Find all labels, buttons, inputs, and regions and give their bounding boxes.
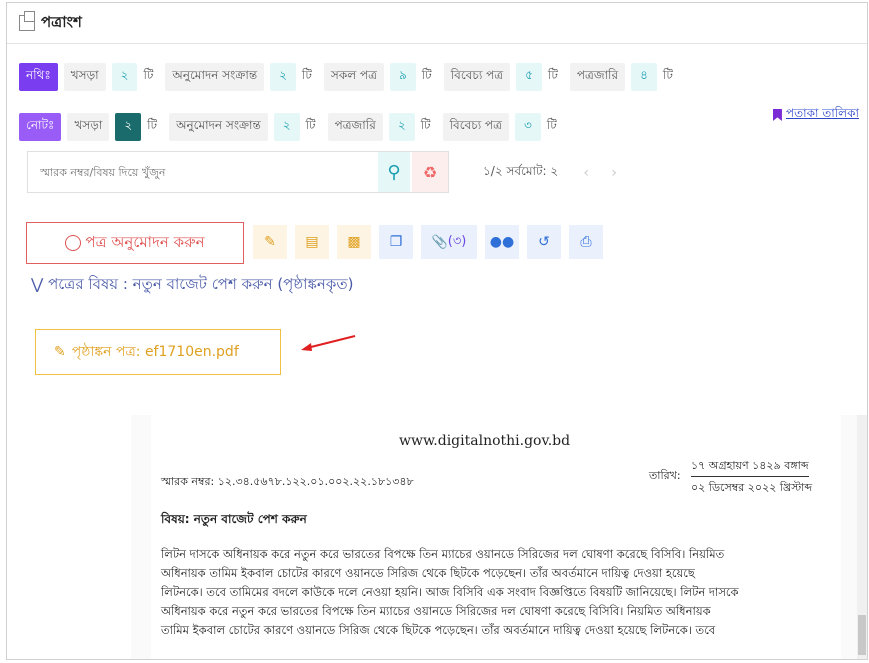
- letter-subject-text: পত্রের বিষয় : নতুন বাজেট পেশ করুন (পৃষ্…: [48, 275, 354, 293]
- attachment-label: পৃষ্ঠাঙ্কন পত্র: ef1710en.pdf: [71, 344, 239, 360]
- panel-title: পত্রাংশ: [41, 12, 82, 31]
- note-filter-row: নোটঃ খসড়া ২ টি অনুমোদন সংক্রান্ত ২ টি প…: [19, 113, 569, 141]
- letter-subject[interactable]: ⋁ পত্রের বিষয় : নতুন বাজেট পেশ করুন (পৃ…: [31, 273, 353, 298]
- action-toolbar: ✎ ▤ ▩ ❐ 📎 (৩) ●● ↺ ⎙: [253, 225, 611, 259]
- copy-icon: [19, 11, 35, 31]
- chevron-left-icon[interactable]: ‹: [572, 165, 600, 181]
- date-bangla: ১৭ অগ্রহায়ণ ১৪২৯ বঙ্গাব্দ: [691, 457, 809, 477]
- pagination-text: ১/২ সর্বমোট: ২: [483, 164, 559, 178]
- unit-label: টি: [305, 118, 316, 132]
- unit-label: টি: [547, 68, 558, 82]
- body-line: অধিনায়ক করে নতুন করে ভারতের বিপক্ষে তিন…: [161, 604, 711, 618]
- trash-icon[interactable]: ▩: [337, 225, 371, 259]
- document-site: www.digitalnothi.gov.bd: [399, 433, 571, 449]
- document-preview: www.digitalnothi.gov.bd স্মারক নম্বর: ১২…: [131, 415, 867, 659]
- document-subject: বিষয়: নতুন বাজেট পেশ করুন: [161, 512, 307, 526]
- copy-documents-icon[interactable]: ❐: [379, 225, 413, 259]
- date-label: তারিখ:: [649, 469, 681, 482]
- scrollbar[interactable]: [857, 415, 867, 659]
- scrollbar-thumb[interactable]: [858, 615, 866, 655]
- filter-draft[interactable]: খসড়া: [67, 113, 110, 141]
- paperclip-icon: 📎: [431, 234, 448, 250]
- attachment-count: (৩): [447, 233, 467, 249]
- memo-number: স্মারক নম্বর: ১২.৩৪.৫৬৭৮.১২২.০১.০০২.২২.১…: [161, 475, 414, 488]
- filter-approval[interactable]: অনুমোদন সংক্রান্ত: [169, 113, 268, 141]
- filter-count[interactable]: ২: [388, 113, 415, 141]
- unit-label: টি: [662, 68, 673, 82]
- document-page: www.digitalnothi.gov.bd স্মারক নম্বর: ১২…: [151, 415, 841, 659]
- users-icon[interactable]: ●●: [485, 225, 519, 259]
- bookmark-icon: [772, 109, 782, 121]
- unit-label: টি: [147, 118, 158, 132]
- body-line: লিটনকে। তবে তামিমের বদলে কাউকে দলে নেওয়…: [161, 585, 739, 599]
- edit-document-icon[interactable]: ✎: [253, 225, 287, 259]
- filter-count[interactable]: ৫: [516, 63, 542, 91]
- filter-all-letters[interactable]: সকল পত্র: [323, 63, 384, 91]
- filter-issued[interactable]: পত্রজারি: [569, 63, 626, 91]
- filter-count[interactable]: ৩: [514, 113, 541, 141]
- nothi-tag: নথিঃ: [19, 63, 58, 91]
- filter-count[interactable]: ২: [270, 63, 296, 91]
- body-line: লিটন দাসকে অধিনায়ক করে নতুন করে ভারতের …: [161, 547, 725, 561]
- filter-considerable[interactable]: বিবেচ্য পত্র: [443, 63, 511, 91]
- print-icon[interactable]: ⎙: [569, 225, 603, 259]
- unit-label: টি: [301, 68, 312, 82]
- recycle-icon[interactable]: ♻: [412, 152, 448, 192]
- pagination: ১/২ সর্বমোট: ২ ‹ ›: [483, 163, 628, 183]
- unit-label: টি: [421, 68, 432, 82]
- body-line: অধিনায়ক তামিম ইকবাল চোটের কারণে ওয়ানডে…: [161, 566, 695, 580]
- document-body: লিটন দাসকে অধিনায়ক করে নতুন করে ভারতের …: [161, 545, 811, 640]
- unit-label: টি: [546, 118, 557, 132]
- search-input[interactable]: [28, 152, 372, 192]
- filter-count[interactable]: ২: [111, 63, 138, 91]
- filter-count[interactable]: ২: [273, 113, 300, 141]
- panel-header: পত্রাংশ: [7, 3, 867, 44]
- unit-label: টি: [420, 118, 431, 132]
- unit-label: টি: [143, 68, 154, 82]
- flag-list-label: পতাকা তালিকা: [785, 106, 859, 120]
- user-check-icon: [65, 235, 82, 251]
- endorsement-attachment-button[interactable]: ✎ পৃষ্ঠাঙ্কন পত্র: ef1710en.pdf: [35, 329, 281, 375]
- history-icon[interactable]: ↺: [527, 225, 561, 259]
- patrangsho-panel: পত্রাংশ নথিঃ খসড়া ২ টি অনুমোদন সংক্রান্…: [6, 2, 868, 660]
- filter-count[interactable]: ৯: [389, 63, 416, 91]
- approve-letter-button[interactable]: পত্র অনুমোদন করুন: [26, 222, 244, 264]
- nothi-filter-row: নথিঃ খসড়া ২ টি অনুমোদন সংক্রান্ত ২ টি স…: [19, 63, 685, 91]
- filter-draft[interactable]: খসড়া: [63, 63, 106, 91]
- filter-considerable[interactable]: বিবেচ্য পত্র: [442, 113, 509, 141]
- note-tag: নোটঃ: [19, 113, 62, 141]
- red-arrow-annotation: [301, 335, 356, 351]
- approve-label: পত্র অনুমোদন করুন: [85, 232, 205, 251]
- filter-issued[interactable]: পত্রজারি: [327, 113, 383, 141]
- flag-list-link[interactable]: পতাকা তালিকা: [772, 105, 859, 125]
- chevron-down-icon: ⋁: [31, 275, 44, 293]
- search-icon[interactable]: ⚲: [378, 152, 410, 192]
- note-card-icon[interactable]: ▤: [295, 225, 329, 259]
- body-line: তামিম ইকবাল চোটের কারণে ওয়ানডে সিরিজ থে…: [161, 623, 716, 637]
- filter-count[interactable]: ২: [115, 113, 142, 141]
- chevron-right-icon[interactable]: ›: [600, 165, 628, 181]
- signature-icon: ✎: [54, 344, 66, 360]
- date-english: ০২ ডিসেম্বর ২০২২ খ্রিস্টাব্দ: [691, 481, 813, 494]
- filter-count[interactable]: ৪: [631, 63, 657, 91]
- search-bar: ⚲ ♻: [27, 151, 449, 193]
- filter-approval[interactable]: অনুমোদন সংক্রান্ত: [165, 63, 265, 91]
- attachment-button[interactable]: 📎 (৩): [421, 225, 477, 259]
